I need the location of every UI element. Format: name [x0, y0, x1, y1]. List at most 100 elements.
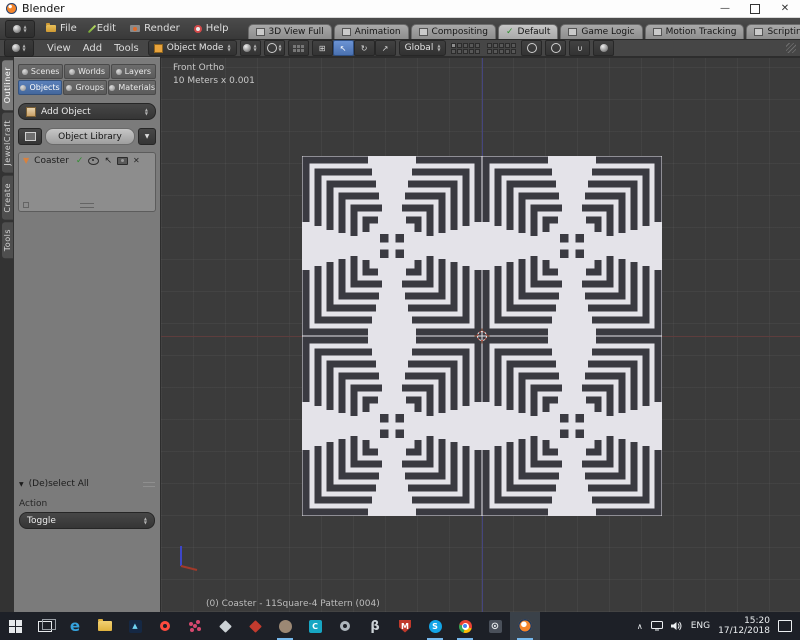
- network-icon[interactable]: [651, 621, 663, 631]
- task-view-button[interactable]: [30, 612, 60, 640]
- outliner-button-materials[interactable]: Materials: [108, 80, 156, 95]
- viewport-menu-add[interactable]: Add: [77, 43, 108, 54]
- remove-icon[interactable]: ✕: [133, 157, 140, 165]
- orientation-selector[interactable]: Global ▲▼: [399, 40, 447, 56]
- deselect-panel-header[interactable]: ▼ (De)select All: [19, 479, 155, 489]
- opengl-render-button[interactable]: [593, 40, 614, 56]
- dial-app-icon[interactable]: [330, 612, 360, 640]
- layer-cell[interactable]: [457, 49, 462, 54]
- layer-cell[interactable]: [457, 43, 462, 48]
- lock-to-scene-button[interactable]: [521, 40, 542, 56]
- sidebar-tab-tools[interactable]: Tools: [2, 222, 13, 258]
- layer-cell[interactable]: [463, 43, 468, 48]
- visibility-eye-icon[interactable]: [88, 157, 99, 165]
- gimp-icon[interactable]: [270, 612, 300, 640]
- layers-grid-right[interactable]: [487, 43, 516, 54]
- layout-tab-scripting[interactable]: Scripting: [746, 24, 800, 39]
- sidebar-tab-create[interactable]: Create: [2, 176, 13, 220]
- shading-selector[interactable]: ▲▼: [240, 40, 261, 56]
- viewport-3d[interactable]: Front Ortho 10 Meters x 0.001 (0) Coaste…: [160, 57, 800, 612]
- layer-cell[interactable]: [451, 43, 456, 48]
- layer-cell[interactable]: [469, 49, 474, 54]
- close-button[interactable]: ✕: [770, 0, 800, 17]
- settings-app-icon[interactable]: ⊙: [480, 612, 510, 640]
- gem-app-icon[interactable]: [240, 612, 270, 640]
- chrome-icon[interactable]: [450, 612, 480, 640]
- opera-icon[interactable]: [150, 612, 180, 640]
- menu-help[interactable]: Help: [187, 18, 236, 39]
- outliner-button-layers[interactable]: Layers: [111, 64, 156, 79]
- outliner-button-worlds[interactable]: Worlds: [64, 64, 109, 79]
- viewport-menu-view[interactable]: View: [41, 43, 77, 54]
- header-resize-icon[interactable]: [786, 43, 796, 53]
- sidebar-tab-outliner[interactable]: Outliner: [2, 60, 13, 110]
- layer-cell[interactable]: [493, 43, 498, 48]
- manipulator-button-4[interactable]: ↗: [375, 40, 396, 56]
- layer-cell[interactable]: [493, 49, 498, 54]
- list-corner-handle[interactable]: [23, 202, 29, 208]
- mode-selector[interactable]: Object Mode ▲▼: [148, 40, 237, 56]
- skype-icon[interactable]: S: [420, 612, 450, 640]
- layout-tab-3d-view-full[interactable]: 3D View Full: [248, 24, 332, 39]
- edge-icon[interactable]: e: [60, 612, 90, 640]
- inkscape-icon[interactable]: [210, 612, 240, 640]
- viewport-menu-tools[interactable]: Tools: [108, 43, 145, 54]
- object-library-button[interactable]: Object Library: [45, 128, 135, 145]
- object-library-dropdown[interactable]: ▼: [138, 128, 156, 145]
- object-list[interactable]: ▼Coaster✓↖✕: [18, 152, 156, 212]
- manipulator-button-3[interactable]: ↻: [354, 40, 375, 56]
- beta-app-icon[interactable]: β: [360, 612, 390, 640]
- sidebar-tab-jewelcraft[interactable]: JewelCraft: [2, 113, 13, 173]
- outliner-button-groups[interactable]: Groups: [63, 80, 107, 95]
- layer-cell[interactable]: [451, 49, 456, 54]
- layer-cell[interactable]: [499, 49, 504, 54]
- action-toggle-dropdown[interactable]: Toggle ▲▼: [19, 512, 155, 529]
- layout-tab-game-logic[interactable]: Game Logic: [560, 24, 642, 39]
- editor-type-selector[interactable]: ▲▼: [5, 20, 35, 38]
- affinity-app-icon[interactable]: ▲: [120, 612, 150, 640]
- outliner-button-scenes[interactable]: Scenes: [18, 64, 63, 79]
- add-object-button[interactable]: Add Object ▲▼: [18, 103, 156, 120]
- menu-file[interactable]: File: [39, 18, 84, 39]
- layer-cell[interactable]: [511, 43, 516, 48]
- blender-taskbar-icon[interactable]: [510, 612, 540, 640]
- object-list-item-coaster[interactable]: ▼Coaster✓↖✕: [23, 156, 151, 166]
- layout-tab-animation[interactable]: Animation: [334, 24, 409, 39]
- layout-tab-compositing[interactable]: Compositing: [411, 24, 496, 39]
- minimize-button[interactable]: —: [710, 0, 740, 17]
- layer-cell[interactable]: [499, 43, 504, 48]
- taskbar-clock[interactable]: 15:20 17/12/2018: [718, 616, 770, 636]
- layer-cell[interactable]: [463, 49, 468, 54]
- layer-cell[interactable]: [505, 49, 510, 54]
- snap-magnet-button[interactable]: ∪: [569, 40, 590, 56]
- layer-cell[interactable]: [487, 43, 492, 48]
- panel-drag-dots-icon[interactable]: [143, 482, 155, 487]
- layer-cell[interactable]: [475, 49, 480, 54]
- start-button[interactable]: [0, 612, 30, 640]
- tray-chevron-icon[interactable]: ∧: [637, 622, 643, 631]
- menu-render[interactable]: Render: [123, 18, 187, 39]
- pivot-selector[interactable]: ▲▼: [264, 40, 285, 56]
- selectable-cursor-icon[interactable]: ↖: [104, 157, 112, 166]
- action-center-icon[interactable]: [778, 620, 792, 632]
- mcafee-icon[interactable]: M: [390, 612, 420, 640]
- menu-edit[interactable]: Edit: [84, 18, 123, 39]
- layout-tab-default[interactable]: ✓Default: [498, 24, 558, 39]
- file-explorer-icon[interactable]: [90, 612, 120, 640]
- layer-cell[interactable]: [475, 43, 480, 48]
- manipulator-button-1[interactable]: ⊞: [312, 40, 333, 56]
- volume-icon[interactable]: [671, 621, 683, 631]
- language-indicator[interactable]: ENG: [691, 621, 710, 631]
- cura-icon[interactable]: C: [300, 612, 330, 640]
- proportional-edit-button[interactable]: [545, 40, 566, 56]
- layer-cell[interactable]: [469, 43, 474, 48]
- library-screen-button[interactable]: [18, 128, 42, 145]
- outliner-button-objects[interactable]: Objects: [18, 80, 62, 95]
- layers-grid-left[interactable]: [451, 43, 480, 54]
- maximize-button[interactable]: [740, 0, 770, 17]
- layer-cell[interactable]: [511, 49, 516, 54]
- snap-element-button[interactable]: [288, 40, 309, 56]
- list-resize-grip[interactable]: [80, 203, 94, 208]
- layer-cell[interactable]: [487, 49, 492, 54]
- layout-tab-motion-tracking[interactable]: Motion Tracking: [645, 24, 745, 39]
